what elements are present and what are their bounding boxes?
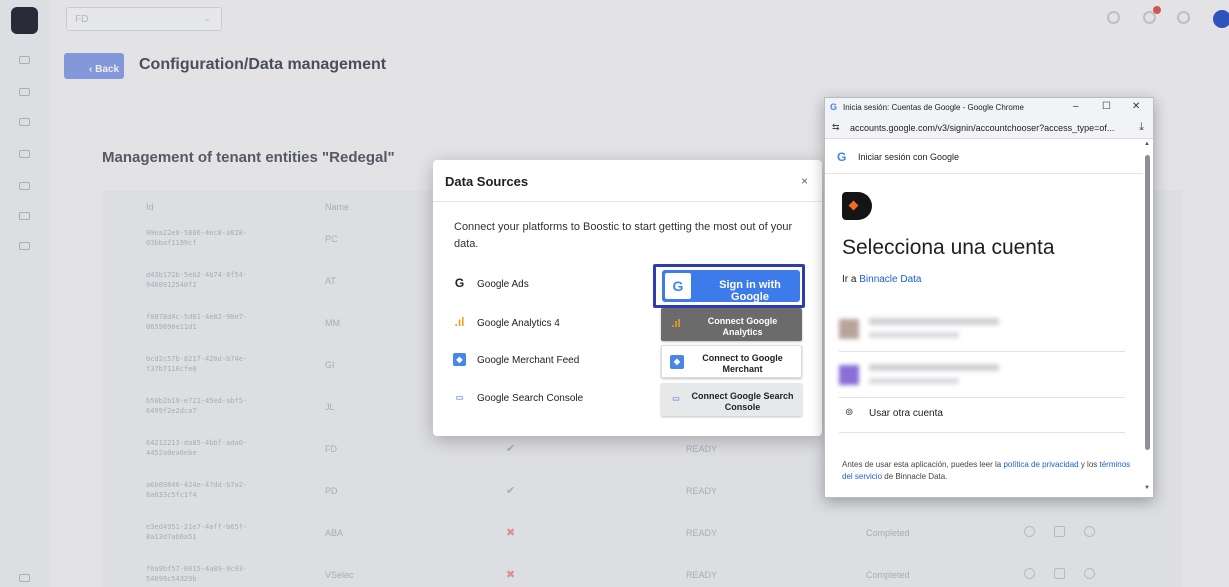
scrollbar-thumb[interactable] bbox=[1145, 155, 1150, 450]
connect-google-analytics-button[interactable]: .ıl Connect Google Analytics bbox=[661, 308, 802, 341]
google-search-console-icon: ▭ bbox=[455, 393, 464, 402]
privacy-text-2: y los bbox=[1078, 460, 1100, 469]
window-titlebar[interactable]: G Inicia sesión: Cuentas de Google - Goo… bbox=[825, 98, 1153, 117]
privacy-text-1: Antes de usar esta aplicación, puedes le… bbox=[842, 460, 1004, 469]
popup-scrollbar[interactable]: ▲ ▼ bbox=[1143, 139, 1153, 497]
connect-google-search-console-button[interactable]: ▭ Connect Google Search Console bbox=[661, 383, 802, 416]
source-row-google-search-console: ▭ Google Search Console ▭ Connect Google… bbox=[453, 383, 808, 416]
account-name-blurred bbox=[869, 318, 999, 325]
modal-description: Connect your platforms to Boostic to sta… bbox=[454, 221, 793, 250]
source-label: Google Search Console bbox=[477, 393, 584, 404]
select-account-heading: Selecciona una cuenta bbox=[842, 236, 1055, 259]
google-search-console-icon: ▭ bbox=[672, 394, 680, 403]
site-settings-icon[interactable]: ⇆ bbox=[832, 122, 840, 133]
privacy-policy-link[interactable]: política de privacidad bbox=[1003, 460, 1078, 469]
privacy-text-3: de Binnacle Data. bbox=[882, 472, 948, 481]
scroll-down-icon[interactable]: ▼ bbox=[1144, 485, 1150, 491]
continue-to-prefix: Ir a bbox=[842, 274, 860, 285]
button-label: Connect Google Search Console bbox=[691, 391, 794, 412]
continue-to-text: Ir a Binnacle Data bbox=[842, 274, 922, 285]
source-label: Google Analytics 4 bbox=[477, 318, 560, 329]
maximize-button[interactable]: ☐ bbox=[1102, 101, 1111, 112]
account-avatar bbox=[839, 365, 859, 385]
window-title: Inicia sesión: Cuentas de Google - Googl… bbox=[843, 103, 1024, 112]
use-another-account-label: Usar otra cuenta bbox=[869, 408, 943, 419]
privacy-notice: Antes de usar esta aplicación, puedes le… bbox=[842, 459, 1134, 483]
divider bbox=[433, 201, 822, 202]
binnacle-data-link[interactable]: Binnacle Data bbox=[859, 274, 921, 285]
url-text[interactable]: accounts.google.com/v3/signin/accountcho… bbox=[850, 123, 1114, 133]
account-item[interactable] bbox=[839, 352, 1125, 398]
address-bar[interactable]: ⇆ accounts.google.com/v3/signin/accountc… bbox=[825, 117, 1153, 139]
account-email-blurred bbox=[869, 378, 959, 384]
close-window-button[interactable]: ✕ bbox=[1132, 101, 1140, 112]
account-circle-icon: ⊚ bbox=[845, 407, 854, 418]
google-g-icon: G bbox=[665, 273, 691, 299]
google-signin-header-text: Iniciar sesión con Google bbox=[858, 152, 960, 162]
minimize-button[interactable]: – bbox=[1073, 101, 1079, 112]
source-row-google-analytics: .ıl Google Analytics 4 .ıl Connect Googl… bbox=[453, 308, 808, 341]
google-signin-popup-window: G Inicia sesión: Cuentas de Google - Goo… bbox=[824, 97, 1154, 498]
button-label: Connect Google Analytics bbox=[707, 316, 778, 337]
source-row-google-merchant: ◆ Google Merchant Feed ◆ Connect to Goog… bbox=[453, 345, 808, 378]
account-name-blurred bbox=[869, 364, 999, 371]
account-email-blurred bbox=[869, 332, 959, 338]
sign-in-with-google-button[interactable]: G Sign in with Google bbox=[662, 270, 800, 303]
account-avatar bbox=[839, 319, 859, 339]
button-label: Sign in with Google bbox=[719, 279, 781, 303]
use-another-account-item[interactable]: ⊚ Usar otra cuenta bbox=[839, 397, 1125, 433]
scroll-up-icon[interactable]: ▲ bbox=[1144, 141, 1150, 147]
connect-google-merchant-button[interactable]: ◆ Connect to Google Merchant bbox=[661, 345, 802, 378]
google-merchant-icon: ◆ bbox=[453, 353, 466, 366]
google-merchant-icon: ◆ bbox=[670, 355, 684, 369]
binnacle-logo bbox=[842, 192, 872, 220]
google-signin-header: G Iniciar sesión con Google bbox=[825, 139, 1143, 174]
google-ads-icon: G bbox=[454, 276, 465, 290]
account-item[interactable] bbox=[839, 306, 1125, 352]
close-icon[interactable]: × bbox=[801, 174, 808, 188]
google-g-icon: G bbox=[837, 150, 847, 164]
source-label: Google Merchant Feed bbox=[477, 355, 580, 366]
google-g-icon: G bbox=[830, 102, 838, 112]
google-analytics-icon: .ıl bbox=[671, 318, 681, 330]
source-label: Google Ads bbox=[477, 279, 529, 290]
modal-title: Data Sources bbox=[445, 174, 529, 189]
google-analytics-icon: .ıl bbox=[454, 315, 465, 329]
download-icon[interactable]: ⤓ bbox=[1139, 121, 1144, 134]
button-label: Connect to Google Merchant bbox=[702, 353, 783, 374]
